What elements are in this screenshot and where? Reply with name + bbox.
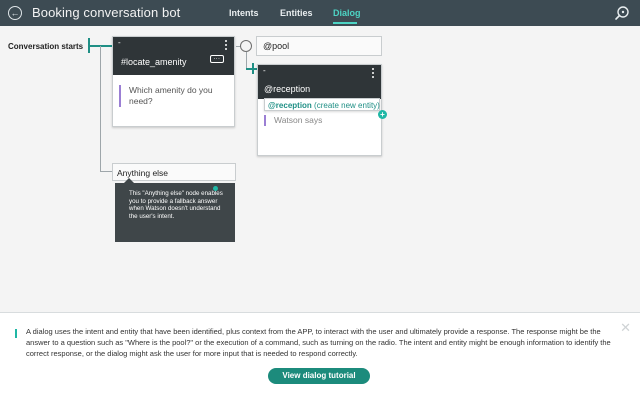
- anything-else-tooltip: This "Anything else" node enables you to…: [115, 183, 235, 242]
- dialog-canvas[interactable]: Conversation starts - #locate_amenity ..…: [0, 26, 640, 312]
- child-connector-tick: [252, 63, 254, 74]
- tooltip-indicator-dot: [213, 186, 218, 191]
- tab-intents[interactable]: Intents: [229, 8, 259, 18]
- tab-entities[interactable]: Entities: [280, 8, 313, 18]
- node-condition[interactable]: #locate_amenity: [121, 57, 187, 67]
- tab-dialog[interactable]: Dialog: [333, 8, 361, 18]
- create-entity-hint[interactable]: (create new entity): [312, 101, 380, 110]
- more-options-icon[interactable]: ...: [210, 55, 224, 63]
- dialog-node-locate-amenity[interactable]: - #locate_amenity ... Which amenity do y…: [112, 36, 235, 127]
- dialog-tutorial-panel: ✕ A dialog uses the intent and entity th…: [0, 312, 640, 400]
- child-branch-line: [246, 52, 247, 68]
- add-node-icon[interactable]: +: [378, 110, 387, 119]
- root-branch-line: [100, 46, 101, 172]
- node-response[interactable]: Which amenity do you need?: [119, 85, 227, 107]
- entity-condition-field[interactable]: @pool: [256, 36, 382, 56]
- speech-bubble-icon[interactable]: [240, 40, 252, 52]
- overflow-menu-icon[interactable]: [225, 40, 228, 50]
- node-response[interactable]: Watson says: [264, 115, 372, 126]
- node-header: - #locate_amenity ...: [113, 37, 234, 75]
- tutorial-description: A dialog uses the intent and entity that…: [26, 327, 611, 358]
- node-header: - @reception: [258, 65, 381, 99]
- workspace-title: Booking conversation bot: [32, 5, 181, 20]
- back-arrow-icon[interactable]: ←: [8, 6, 22, 20]
- chat-help-icon[interactable]: [614, 5, 630, 21]
- anything-else-connector: [100, 171, 112, 172]
- top-navigation-bar: ← Booking conversation bot Intents Entit…: [0, 0, 640, 26]
- entity-suggestion[interactable]: @reception (create new entity): [264, 98, 380, 111]
- active-tab-indicator: [333, 22, 357, 24]
- node-collapse-dash[interactable]: -: [118, 38, 121, 47]
- conversation-start-label: Conversation starts: [8, 42, 84, 51]
- node-collapse-dash[interactable]: -: [263, 66, 266, 75]
- view-dialog-tutorial-button[interactable]: View dialog tutorial: [268, 368, 370, 384]
- node-condition[interactable]: @reception: [264, 84, 310, 94]
- overflow-menu-icon[interactable]: [372, 68, 375, 78]
- start-connector-tick: [88, 38, 90, 53]
- suggested-entity[interactable]: @reception: [268, 101, 312, 110]
- accent-bar: [15, 329, 17, 338]
